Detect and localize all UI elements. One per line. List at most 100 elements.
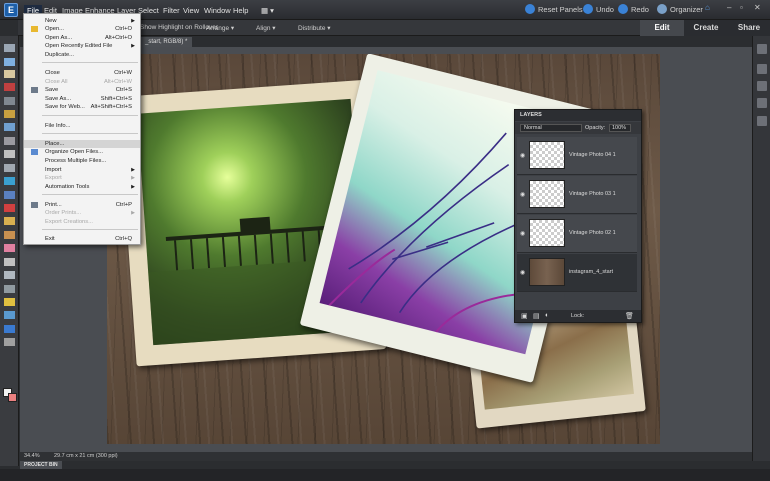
tab-create[interactable]: Create	[684, 20, 728, 36]
visibility-eye-icon[interactable]: ◉	[520, 230, 526, 237]
new-group-icon[interactable]: ▤	[533, 312, 540, 320]
menu-separator	[42, 194, 138, 195]
tab-share[interactable]: Share	[728, 20, 770, 36]
layer-row[interactable]: ◉ Vintage Photo 04 1	[517, 137, 637, 175]
visibility-eye-icon[interactable]: ◉	[520, 152, 526, 159]
menu-item-open[interactable]: Open... Ctrl+O	[24, 25, 140, 33]
menu-item-save-for-web[interactable]: Save for Web... Alt+Shift+Ctrl+S	[24, 103, 140, 111]
background-color-swatch[interactable]	[8, 393, 17, 402]
tools-panel	[0, 36, 19, 466]
layer-row[interactable]: ◉ Vintage Photo 03 1	[517, 176, 637, 214]
menu-window[interactable]: Window	[201, 5, 234, 16]
tab-edit[interactable]: Edit	[640, 20, 684, 36]
align-dropdown[interactable]: Align ▾	[256, 24, 276, 32]
menu-item-export: Export ▶	[45, 175, 135, 181]
distribute-dropdown[interactable]: Distribute ▾	[298, 24, 331, 32]
zoom-tool-icon[interactable]	[4, 58, 15, 66]
move-tool-icon[interactable]	[4, 44, 15, 52]
menu-item-close[interactable]: Close Ctrl+W	[24, 69, 140, 77]
menu-item-open-recent[interactable]: Open Recently Edited File ▶	[24, 42, 140, 50]
menu-separator	[42, 229, 138, 230]
printer-icon	[31, 202, 38, 208]
menu-item-new[interactable]: New ▶	[24, 17, 140, 25]
crop-tool-icon[interactable]	[4, 164, 15, 172]
menu-view[interactable]: View	[180, 5, 202, 16]
submenu-arrow-icon: ▶	[131, 167, 135, 173]
type-tool-icon[interactable]	[4, 150, 15, 158]
menu-help[interactable]: Help	[230, 5, 251, 16]
restore-icon[interactable]: ▫	[740, 3, 743, 12]
trash-icon[interactable]: 🗑	[625, 312, 634, 320]
undo-button[interactable]: Undo	[583, 4, 614, 14]
home-icon[interactable]: ⌂	[705, 3, 710, 12]
workspace-layout-icon[interactable]: ▦ ▾	[258, 5, 277, 16]
menu-item-save[interactable]: Save Ctrl+S	[24, 86, 140, 94]
panel-icon[interactable]	[757, 116, 767, 126]
cookie-cutter-tool-icon[interactable]	[4, 177, 15, 185]
arrange-dropdown[interactable]: Arrange ▾	[206, 24, 234, 32]
eyedropper-tool-icon[interactable]	[4, 83, 15, 91]
lasso-tool-icon[interactable]	[4, 110, 15, 118]
reset-panels-button[interactable]: Reset Panels	[525, 4, 583, 14]
menu-item-import[interactable]: Import ▶	[24, 166, 140, 174]
visibility-eye-icon[interactable]: ◉	[520, 269, 526, 276]
close-icon[interactable]: ✕	[754, 3, 761, 12]
marquee-tool-icon[interactable]	[4, 97, 15, 105]
panel-icon[interactable]	[757, 44, 767, 54]
layer-row[interactable]: ◉ Vintage Photo 02 1	[517, 215, 637, 253]
app-logo-icon[interactable]: E	[4, 3, 18, 17]
folder-icon	[31, 26, 38, 32]
opacity-label: Opacity:	[585, 125, 606, 131]
shape-tool-icon[interactable]	[4, 311, 15, 319]
menu-item-close-all: Close All Alt+Ctrl+W	[45, 79, 132, 85]
minimize-icon[interactable]: –	[727, 3, 731, 12]
menu-item-process-multiple[interactable]: Process Multiple Files...	[24, 157, 140, 165]
panel-icon[interactable]	[757, 98, 767, 108]
menu-item-automation-tools[interactable]: Automation Tools ▶	[24, 183, 140, 191]
adjustment-layer-icon[interactable]: ◐	[545, 312, 549, 319]
visibility-eye-icon[interactable]: ◉	[520, 191, 526, 198]
sponge-tool-icon[interactable]	[4, 338, 15, 346]
panel-bin-strip	[752, 36, 770, 461]
blur-tool-icon[interactable]	[4, 325, 15, 333]
gradient-tool-icon[interactable]	[4, 298, 15, 306]
layer-row[interactable]: ◉ instagram_4_start	[517, 254, 637, 292]
undo-icon	[583, 4, 593, 14]
document-tab[interactable]: _start, RGB/8) *	[140, 37, 193, 47]
project-bin-tab[interactable]: PROJECT BIN	[20, 461, 62, 469]
quick-selection-tool-icon[interactable]	[4, 137, 15, 145]
new-layer-icon[interactable]: ▣	[521, 312, 528, 320]
menu-item-save-as[interactable]: Save As... Shift+Ctrl+S	[24, 95, 140, 103]
menu-item-place[interactable]: Place...	[24, 140, 140, 148]
menu-item-print[interactable]: Print... Ctrl+P	[24, 201, 140, 209]
healing-brush-tool-icon[interactable]	[4, 217, 15, 225]
menu-item-export-creations: Export Creations...	[45, 219, 94, 225]
smart-brush-tool-icon[interactable]	[4, 271, 15, 279]
blend-mode-select[interactable]: Normal	[520, 124, 582, 132]
menu-item-duplicate[interactable]: Duplicate...	[24, 51, 140, 59]
eraser-tool-icon[interactable]	[4, 244, 15, 252]
straighten-tool-icon[interactable]	[4, 191, 15, 199]
panel-icon[interactable]	[757, 81, 767, 91]
clone-stamp-tool-icon[interactable]	[4, 231, 15, 239]
zoom-level[interactable]: 34.4%	[24, 453, 40, 459]
menu-item-exit[interactable]: Exit Ctrl+Q	[24, 235, 140, 243]
layers-footer: ▣ ▤ ◐ Lock: 🗑	[515, 310, 641, 322]
menu-item-organize-open-files[interactable]: Organize Open Files...	[24, 148, 140, 156]
redo-button[interactable]: Redo	[618, 4, 649, 14]
lock-label: Lock:	[571, 313, 585, 319]
bottom-bar	[0, 469, 770, 481]
magic-wand-tool-icon[interactable]	[4, 123, 15, 131]
panel-icon[interactable]	[757, 64, 767, 74]
red-eye-tool-icon[interactable]	[4, 204, 15, 212]
paint-bucket-tool-icon[interactable]	[4, 285, 15, 293]
hand-tool-icon[interactable]	[4, 70, 15, 78]
mode-tabs: Edit Create Share	[640, 20, 770, 36]
organizer-button[interactable]: Organizer	[657, 4, 703, 14]
organizer-icon	[657, 4, 667, 14]
brush-tool-icon[interactable]	[4, 258, 15, 266]
menu-item-file-info[interactable]: File Info...	[24, 122, 140, 130]
opacity-input[interactable]: 100%	[609, 124, 631, 132]
menu-item-open-as[interactable]: Open As... Alt+Ctrl+O	[24, 34, 140, 42]
layer-thumbnail	[529, 258, 565, 286]
